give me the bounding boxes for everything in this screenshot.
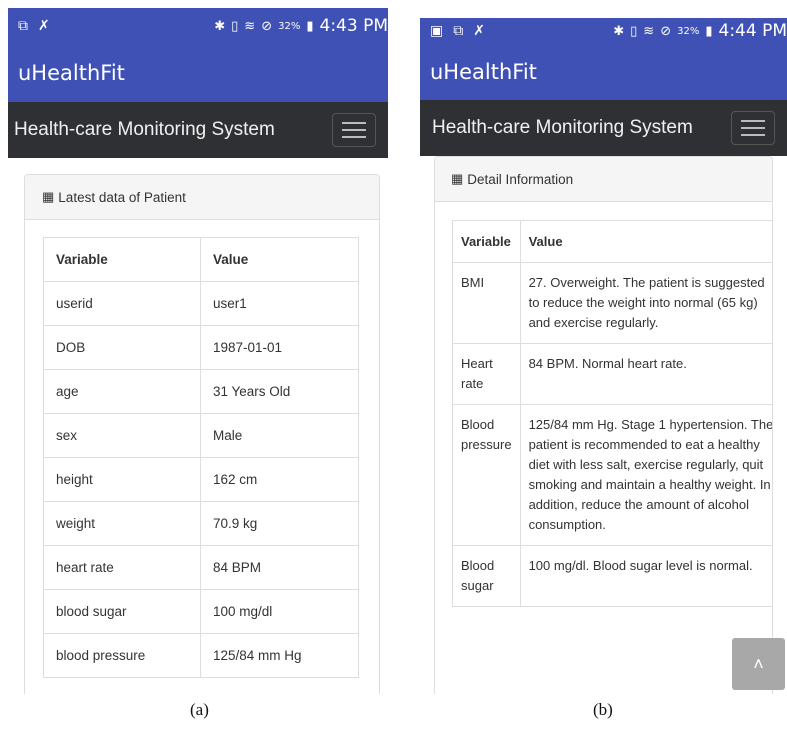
status-time: 4:44 PM [718, 21, 787, 41]
app-title: uHealthFit [18, 61, 125, 85]
menu-toggle-button[interactable] [731, 111, 775, 145]
status-time: 4:43 PM [319, 16, 389, 36]
vibrate-icon: ▯ [630, 23, 638, 39]
table-icon: ▦ [451, 171, 464, 186]
variable-cell: Blood sugar [452, 545, 521, 607]
table-row: Blood sugar 100 mg/dl. Blood sugar level … [452, 545, 772, 607]
value-cell: 125/84 mm Hg. Stage 1 hypertension. The … [519, 404, 772, 546]
patient-data-table: Variable Value userid user1 DOB 1987-01-01… [43, 237, 359, 678]
variable-cell: DOB [43, 325, 201, 370]
table-row: BMI 27. Overweight. The patient is sugges… [452, 262, 772, 344]
table-row: height 162 cm [43, 457, 359, 502]
variable-cell: Blood pressure [452, 404, 521, 546]
hamburger-line [342, 136, 366, 138]
table-row: blood pressure 125/84 mm Hg [43, 633, 359, 678]
screenshot-a: ⧉ ✗ ✱ ▯ ≋ ⊘ 32% ▮ 4:43 PM uHealthFit Hea… [8, 8, 388, 694]
table-row: weight 70.9 kg [43, 501, 359, 546]
variable-cell: userid [43, 281, 201, 326]
table-row: age 31 Years Old [43, 369, 359, 414]
variable-cell: weight [43, 501, 201, 546]
status-bar: ⧉ ✗ ✱ ▯ ≋ ⊘ 32% ▮ 4:43 PM [8, 8, 388, 44]
hamburger-line [741, 120, 765, 122]
block-icon: ⊘ [261, 18, 273, 34]
value-cell: 125/84 mm Hg [200, 633, 359, 678]
battery-percent: 32% [677, 25, 700, 37]
variable-cell: Heart rate [452, 343, 521, 405]
value-cell: 70.9 kg [200, 501, 359, 546]
hamburger-line [741, 134, 765, 136]
patient-data-panel: ▦ Latest data of Patient Variable Value … [24, 174, 380, 694]
value-cell: 162 cm [200, 457, 359, 502]
column-header-variable: Variable [452, 220, 521, 263]
battery-percent: 32% [278, 20, 301, 32]
table-row: Blood pressure 125/84 mm Hg. Stage 1 hype… [452, 404, 772, 546]
app-title: uHealthFit [430, 60, 537, 84]
table-row: heart rate 84 BPM [43, 545, 359, 590]
table-row: DOB 1987-01-01 [43, 325, 359, 370]
hamburger-line [342, 122, 366, 124]
value-cell: 1987-01-01 [200, 325, 359, 370]
variable-cell: BMI [452, 262, 521, 344]
panel-title: Latest data of Patient [58, 189, 186, 205]
image-icon: ▣ [430, 23, 444, 39]
table-row: Heart rate 84 BPM. Normal heart rate. [452, 343, 772, 405]
variable-cell: blood pressure [43, 633, 201, 678]
caption-a: (a) [190, 700, 209, 719]
nav-brand[interactable]: Health-care Monitoring System [14, 119, 275, 141]
variable-cell: heart rate [43, 545, 201, 590]
value-cell: 84 BPM. Normal heart rate. [519, 343, 772, 405]
notification-icon: ⧉ [453, 23, 464, 39]
table-row: sex Male [43, 413, 359, 458]
column-header-value: Value [519, 220, 772, 263]
navbar: Health-care Monitoring System [420, 100, 787, 156]
variable-cell: sex [43, 413, 201, 458]
mute-icon: ✗ [473, 23, 485, 39]
table-icon: ▦ [42, 189, 55, 204]
status-bar: ▣ ⧉ ✗ ✱ ▯ ≋ ⊘ 32% ▮ 4:44 PM [420, 18, 787, 44]
column-header-variable: Variable [43, 237, 201, 282]
detail-information-table: Variable Value BMI 27. Overweight. The pa… [452, 220, 772, 607]
nav-brand[interactable]: Health-care Monitoring System [426, 117, 693, 139]
value-cell: 27. Overweight. The patient is suggested… [519, 262, 772, 344]
table-header-row: Variable Value [452, 220, 772, 263]
battery-icon: ▮ [705, 23, 713, 39]
value-cell: 100 mg/dl. Blood sugar level is normal. [519, 545, 772, 607]
app-title-bar: uHealthFit [8, 44, 388, 102]
panel-title: Detail Information [467, 171, 574, 187]
hamburger-line [741, 127, 765, 129]
vibrate-icon: ▯ [231, 18, 239, 34]
variable-cell: blood sugar [43, 589, 201, 634]
value-cell: 84 BPM [200, 545, 359, 590]
variable-cell: height [43, 457, 201, 502]
value-cell: Male [200, 413, 359, 458]
value-cell: 31 Years Old [200, 369, 359, 414]
notification-icon: ⧉ [18, 18, 28, 34]
navbar: Health-care Monitoring System [8, 102, 388, 158]
bluetooth-icon: ✱ [613, 23, 625, 39]
variable-cell: age [43, 369, 201, 414]
table-row: userid user1 [43, 281, 359, 326]
screenshot-b: ▣ ⧉ ✗ ✱ ▯ ≋ ⊘ 32% ▮ 4:44 PM uHealthFit H… [420, 18, 787, 694]
value-cell: user1 [200, 281, 359, 326]
bluetooth-icon: ✱ [214, 18, 226, 34]
column-header-value: Value [200, 237, 359, 282]
mute-icon: ✗ [38, 18, 50, 34]
panel-heading: ▦ Latest data of Patient [25, 175, 379, 220]
wifi-icon: ≋ [643, 23, 655, 39]
menu-toggle-button[interactable] [332, 113, 376, 147]
chevron-up-icon: ˄ [753, 653, 764, 674]
caption-b: (b) [593, 700, 613, 719]
scroll-to-top-button[interactable]: ˄ [732, 638, 785, 690]
app-title-bar: uHealthFit [420, 44, 787, 100]
hamburger-line [342, 129, 366, 131]
detail-information-panel: ▦ Detail Information Variable Value BMI 2… [434, 156, 773, 694]
battery-icon: ▮ [306, 18, 314, 34]
table-header-row: Variable Value [43, 237, 359, 282]
value-cell: 100 mg/dl [200, 589, 359, 634]
table-row: blood sugar 100 mg/dl [43, 589, 359, 634]
block-icon: ⊘ [660, 23, 672, 39]
wifi-icon: ≋ [244, 18, 256, 34]
panel-heading: ▦ Detail Information [435, 157, 772, 202]
